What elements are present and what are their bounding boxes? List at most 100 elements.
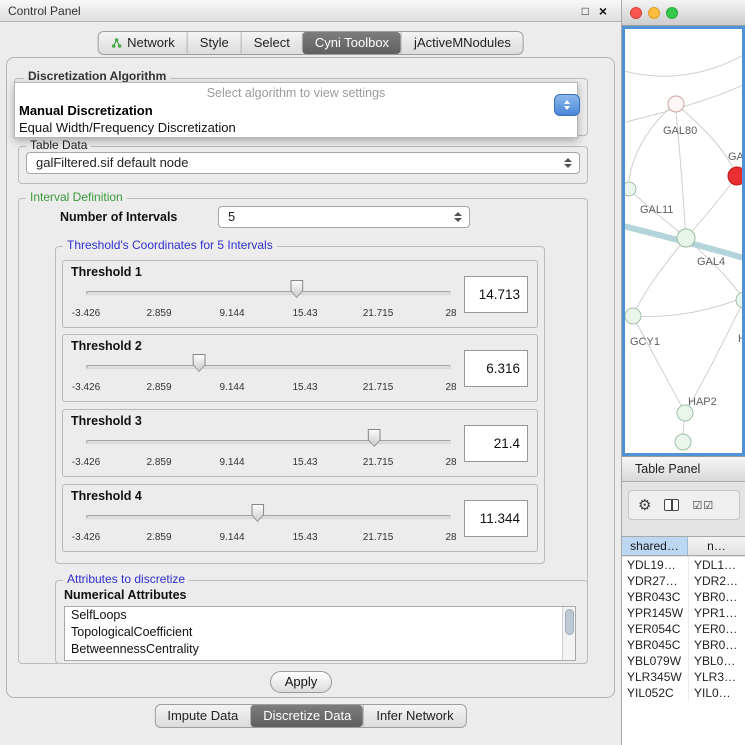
slider-track[interactable]: [86, 515, 451, 519]
network-canvas[interactable]: GAL80 GA GAL11 GAL4 GCY1 H HAP2: [622, 26, 745, 456]
apply-button[interactable]: Apply: [270, 671, 332, 693]
number-of-intervals-combo[interactable]: 5: [218, 206, 470, 228]
node-label-h-partial: H: [738, 333, 742, 345]
cell-name: YER0…: [688, 621, 745, 637]
close-traffic-light-icon[interactable]: [630, 7, 642, 19]
network-node[interactable]: [625, 182, 636, 196]
list-item[interactable]: SelfLoops: [65, 607, 575, 624]
threshold-2-slider[interactable]: [86, 353, 451, 379]
threshold-4-value-field[interactable]: 11.344: [464, 500, 528, 537]
slider-thumb[interactable]: [193, 354, 206, 372]
algorithm-option-manual[interactable]: Manual Discretization: [19, 103, 153, 118]
window-title: Control Panel: [8, 0, 81, 22]
scale-label: 28: [445, 382, 456, 393]
cell-name: YBR0…: [688, 637, 745, 653]
network-view-window: GAL80 GA GAL11 GAL4 GCY1 H HAP2: [622, 0, 745, 456]
tab-infer-network[interactable]: Infer Network: [363, 705, 465, 727]
tab-cyni-toolbox[interactable]: Cyni Toolbox: [302, 32, 401, 54]
tab-style[interactable]: Style: [187, 32, 241, 54]
numerical-attributes-list: SelfLoopsTopologicalCoefficientBetweenne…: [64, 606, 576, 661]
threshold-4-slider[interactable]: [86, 503, 451, 529]
scale-label: -3.426: [72, 532, 100, 543]
network-node[interactable]: [668, 96, 684, 112]
slider-thumb[interactable]: [290, 280, 303, 298]
algorithm-option-equal-width[interactable]: Equal Width/Frequency Discretization: [19, 120, 236, 135]
algorithm-placeholder: Select algorithm to view settings: [15, 86, 577, 100]
scrollbar-thumb[interactable]: [565, 609, 574, 635]
list-item[interactable]: TopologicalCoefficient: [65, 624, 575, 641]
cell-shared-name: YDR27…: [622, 573, 688, 589]
threshold-3-panel: Threshold 3 -3.4262.8599.14415.4321.7152…: [62, 409, 538, 477]
cell-shared-name: YBR045C: [622, 637, 688, 653]
slider-thumb[interactable]: [251, 504, 264, 522]
selected-red-node[interactable]: [728, 167, 742, 185]
node-label-gcy1: GCY1: [630, 336, 660, 348]
slider-track[interactable]: [86, 365, 451, 369]
tab-network[interactable]: Network: [98, 32, 187, 54]
minimize-traffic-light-icon[interactable]: [648, 7, 660, 19]
gear-icon[interactable]: ⚙: [638, 498, 651, 513]
table-row[interactable]: YBL079W YBL0…: [622, 653, 745, 669]
chevron-up-icon: [564, 100, 570, 104]
network-edges: [625, 54, 742, 442]
threshold-3-slider[interactable]: [86, 428, 451, 454]
slider-scale: -3.4262.8599.14415.4321.71528: [86, 532, 451, 544]
threshold-1-value-field[interactable]: 14.713: [464, 276, 528, 313]
algorithm-dropdown-popup: Select algorithm to view settings Manual…: [14, 82, 578, 138]
column-header-shared[interactable]: shared…: [622, 537, 688, 555]
table-row[interactable]: YBR043C YBR0…: [622, 589, 745, 605]
select-columns-icon[interactable]: ☑☑: [692, 499, 714, 512]
table-row[interactable]: YER054C YER0…: [622, 621, 745, 637]
threshold-2-label: Threshold 2: [71, 339, 142, 353]
scale-label: 28: [445, 308, 456, 319]
float-window-icon[interactable]: □: [582, 0, 589, 22]
table-row[interactable]: YDR27… YDR2…: [622, 573, 745, 589]
cell-shared-name: YBL079W: [622, 653, 688, 669]
list-item[interactable]: BetweennessCentrality: [65, 641, 575, 658]
scale-label: 9.144: [219, 532, 244, 543]
scale-label: 2.859: [146, 308, 171, 319]
slider-scale: -3.4262.8599.14415.4321.71528: [86, 382, 451, 394]
tab-select[interactable]: Select: [241, 32, 302, 54]
table-data-combo[interactable]: galFiltered.sif default node: [26, 152, 580, 174]
close-window-icon[interactable]: ×: [599, 0, 607, 22]
table-row[interactable]: YPR145W YPR1…: [622, 605, 745, 621]
tab-jactivemnodules[interactable]: jActiveMNodules: [401, 32, 523, 54]
slider-thumb[interactable]: [368, 429, 381, 447]
table-data-group-title: Table Data: [26, 139, 91, 152]
threshold-3-value-field[interactable]: 21.4: [464, 425, 528, 462]
scale-label: 2.859: [146, 382, 171, 393]
columns-icon[interactable]: [664, 499, 679, 511]
network-node[interactable]: [736, 292, 742, 308]
tab-discretize-data[interactable]: Discretize Data: [250, 705, 363, 727]
node-label-gal4: GAL4: [697, 256, 725, 268]
column-header-name[interactable]: n…: [688, 537, 745, 555]
scale-label: -3.426: [72, 308, 100, 319]
network-icon: [110, 37, 122, 49]
network-node[interactable]: [625, 308, 641, 324]
scale-label: 9.144: [219, 457, 244, 468]
network-node[interactable]: [677, 229, 695, 247]
zoom-traffic-light-icon[interactable]: [666, 7, 678, 19]
algorithm-combo-button[interactable]: [554, 94, 580, 116]
attributes-group-title: Attributes to discretize: [63, 573, 189, 586]
table-row[interactable]: YBR045C YBR0…: [622, 637, 745, 653]
scale-label: 15.43: [292, 532, 317, 543]
cell-shared-name: YER054C: [622, 621, 688, 637]
table-panel-title: Table Panel: [635, 457, 700, 482]
threshold-1-slider[interactable]: [86, 279, 451, 305]
scale-label: 21.715: [363, 532, 394, 543]
tab-impute-data[interactable]: Impute Data: [155, 705, 250, 727]
cell-name: YPR1…: [688, 605, 745, 621]
slider-track[interactable]: [86, 291, 451, 295]
network-node[interactable]: [675, 434, 691, 450]
table-row[interactable]: YIL052C YIL0…: [622, 685, 745, 701]
slider-scale: -3.4262.8599.14415.4321.71528: [86, 308, 451, 320]
node-label-gal11: GAL11: [640, 204, 673, 216]
cell-shared-name: YLR345W: [622, 669, 688, 685]
slider-track[interactable]: [86, 440, 451, 444]
list-scrollbar[interactable]: [562, 607, 575, 660]
table-row[interactable]: YLR345W YLR3…: [622, 669, 745, 685]
table-row[interactable]: YDL19… YDL1…: [622, 557, 745, 573]
threshold-2-value-field[interactable]: 6.316: [464, 350, 528, 387]
